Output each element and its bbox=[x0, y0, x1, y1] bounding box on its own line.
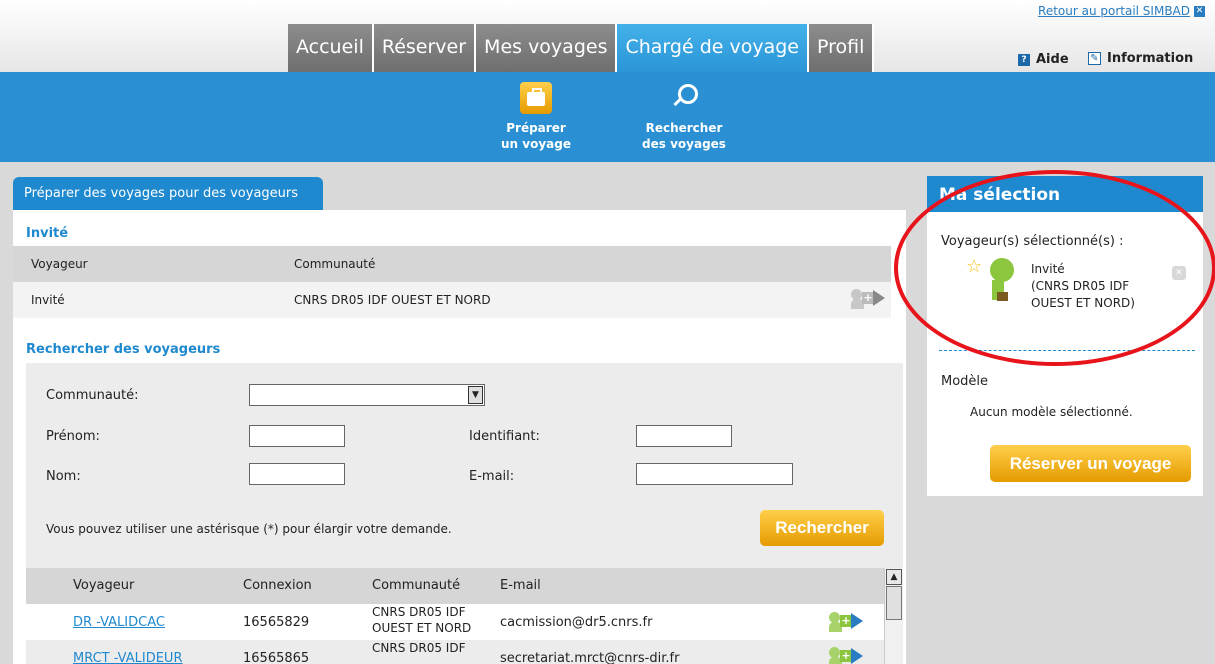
communaute-value-line2: OUEST ET NORD bbox=[372, 621, 472, 635]
results-header: Voyageur Connexion Communauté E-mail bbox=[26, 568, 884, 604]
magnifier-icon bbox=[668, 82, 700, 114]
add-traveler-icon[interactable]: + bbox=[851, 289, 885, 309]
sub-nav-bar bbox=[0, 72, 1215, 162]
connexion-value: 16565829 bbox=[243, 615, 310, 630]
subnav-rechercher-label[interactable]: Rechercher des voyages bbox=[634, 120, 734, 152]
connexion-value: 16565865 bbox=[243, 651, 310, 664]
guest-voyageur: Invité bbox=[31, 293, 65, 307]
edit-icon: ✎ bbox=[1088, 52, 1101, 65]
information-link[interactable]: ✎ Information bbox=[1088, 51, 1193, 66]
reserve-button[interactable]: Réserver un voyage bbox=[990, 445, 1191, 482]
subnav-preparer-voyage[interactable]: Préparer un voyage bbox=[481, 82, 591, 152]
guest-table-header: Voyageur Communauté bbox=[13, 246, 891, 282]
help-label[interactable]: Aide bbox=[1036, 52, 1069, 67]
scroll-thumb[interactable] bbox=[886, 586, 902, 620]
guest-communaute: CNRS DR05 IDF OUEST ET NORD bbox=[294, 293, 491, 307]
scroll-up-icon[interactable]: ▲ bbox=[886, 569, 902, 585]
col-email: E-mail bbox=[500, 578, 541, 593]
tab-charge-de-voyage[interactable]: Chargé de voyage bbox=[617, 24, 809, 72]
col-communaute: Communauté bbox=[294, 257, 376, 271]
search-hint: Vous pouvez utiliser une astérisque (*) … bbox=[46, 522, 452, 536]
information-label[interactable]: Information bbox=[1107, 51, 1193, 66]
communaute-label: Communauté: bbox=[46, 388, 139, 403]
prenom-input[interactable] bbox=[249, 425, 345, 447]
tab-reserver[interactable]: Réserver bbox=[373, 24, 477, 72]
help-icon: ? bbox=[1018, 53, 1030, 66]
tab-accueil[interactable]: Accueil bbox=[288, 24, 374, 72]
col-connexion: Connexion bbox=[243, 578, 312, 593]
table-row: DR -VALIDCAC 16565829 CNRS DR05 IDF OUES… bbox=[26, 604, 884, 640]
traveler-link[interactable]: MRCT -VALIDEUR bbox=[73, 651, 182, 664]
search-button[interactable]: Rechercher bbox=[760, 510, 884, 546]
col-voyageur: Voyageur bbox=[31, 257, 88, 271]
communaute-value: CNRS DR05 IDF bbox=[372, 605, 466, 619]
tab-mes-voyages[interactable]: Mes voyages bbox=[476, 24, 618, 72]
guest-row: Invité CNRS DR05 IDF OUEST ET NORD bbox=[13, 282, 891, 318]
communaute-select[interactable]: ▼ bbox=[249, 384, 485, 406]
model-value: Aucun modèle sélectionné. bbox=[970, 405, 1133, 419]
tab-profil[interactable]: Profil bbox=[809, 24, 875, 72]
guest-section-title: Invité bbox=[26, 226, 69, 241]
col-voyageur: Voyageur bbox=[73, 578, 135, 593]
nom-label: Nom: bbox=[46, 469, 81, 484]
nom-input[interactable] bbox=[249, 463, 345, 485]
identifiant-input[interactable] bbox=[636, 425, 732, 447]
identifiant-label: Identifiant: bbox=[469, 429, 540, 444]
add-traveler-icon[interactable]: + bbox=[829, 647, 863, 664]
suitcase-icon bbox=[520, 82, 552, 114]
portal-link[interactable]: Retour au portail SIMBAD ✕ bbox=[1038, 4, 1205, 18]
email-value: cacmission@dr5.cnrs.fr bbox=[500, 615, 653, 630]
add-traveler-icon[interactable]: + bbox=[829, 612, 863, 632]
email-label: E-mail: bbox=[469, 469, 515, 484]
email-value: secretariat.mrct@cnrs-dir.fr bbox=[500, 651, 680, 664]
model-label: Modèle bbox=[941, 374, 989, 389]
search-section-title: Rechercher des voyageurs bbox=[26, 342, 221, 357]
help-link[interactable]: ? Aide bbox=[1018, 52, 1069, 67]
results-scrollbar[interactable]: ▲ bbox=[884, 568, 903, 664]
prenom-label: Prénom: bbox=[46, 429, 100, 444]
col-communaute: Communauté bbox=[372, 578, 461, 593]
communaute-value: CNRS DR05 IDF bbox=[372, 641, 466, 655]
close-icon[interactable]: ✕ bbox=[1194, 5, 1205, 17]
table-row: MRCT -VALIDEUR 16565865 CNRS DR05 IDF se… bbox=[26, 640, 884, 664]
traveler-link[interactable]: DR -VALIDCAC bbox=[73, 615, 165, 630]
email-input[interactable] bbox=[636, 463, 793, 485]
subnav-rechercher-voyages[interactable]: Rechercher des voyages bbox=[629, 82, 739, 152]
highlight-oval bbox=[894, 170, 1215, 366]
portal-link-label[interactable]: Retour au portail SIMBAD bbox=[1038, 4, 1190, 18]
panel-tab-title[interactable]: Préparer des voyages pour des voyageurs bbox=[13, 177, 323, 210]
main-tabs: Accueil Réserver Mes voyages Chargé de v… bbox=[288, 24, 875, 72]
chevron-down-icon[interactable]: ▼ bbox=[468, 386, 483, 404]
subnav-preparer-label[interactable]: Préparer un voyage bbox=[501, 120, 571, 152]
